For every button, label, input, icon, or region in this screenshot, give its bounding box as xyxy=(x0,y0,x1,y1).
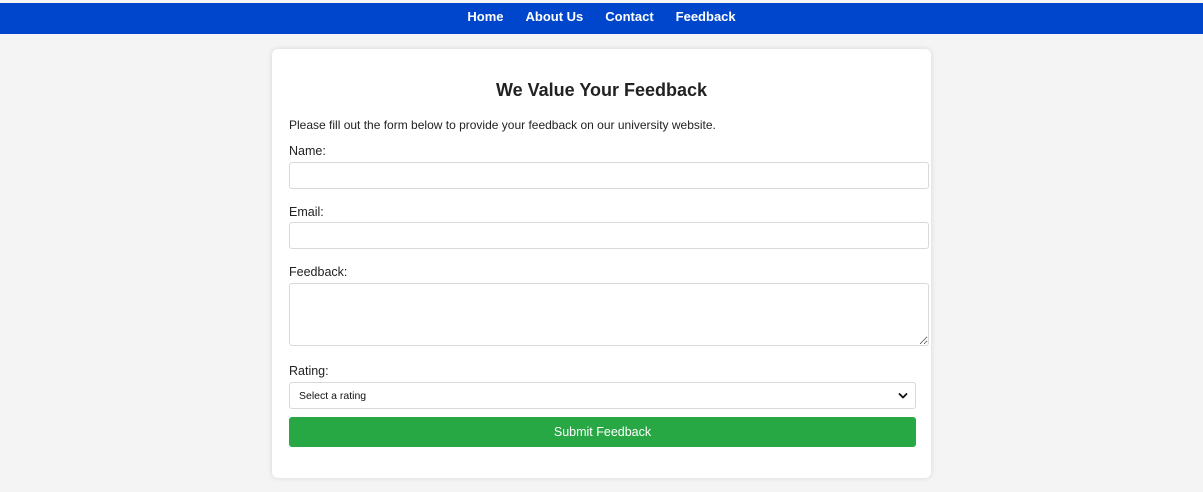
name-input[interactable] xyxy=(289,162,929,189)
submit-feedback-button[interactable]: Submit Feedback xyxy=(289,417,916,447)
nav-link-contact[interactable]: Contact xyxy=(605,9,653,24)
form-intro-text: Please fill out the form below to provid… xyxy=(289,118,716,132)
top-navigation-bar: Home About Us Contact Feedback xyxy=(0,3,1203,34)
chevron-down-icon xyxy=(897,390,909,402)
nav-link-about-us[interactable]: About Us xyxy=(525,9,583,24)
feedback-form-card xyxy=(272,49,931,478)
nav-link-home[interactable]: Home xyxy=(467,9,503,24)
email-label: Email: xyxy=(289,205,324,219)
email-input[interactable] xyxy=(289,222,929,249)
feedback-textarea[interactable] xyxy=(289,283,929,346)
rating-label: Rating: xyxy=(289,364,329,378)
nav-link-feedback[interactable]: Feedback xyxy=(676,9,736,24)
feedback-label: Feedback: xyxy=(289,265,348,279)
page-title: We Value Your Feedback xyxy=(495,80,708,100)
rating-select[interactable]: Select a rating xyxy=(289,382,916,409)
rating-select-value: Select a rating xyxy=(299,389,367,402)
name-label: Name: xyxy=(289,144,326,158)
